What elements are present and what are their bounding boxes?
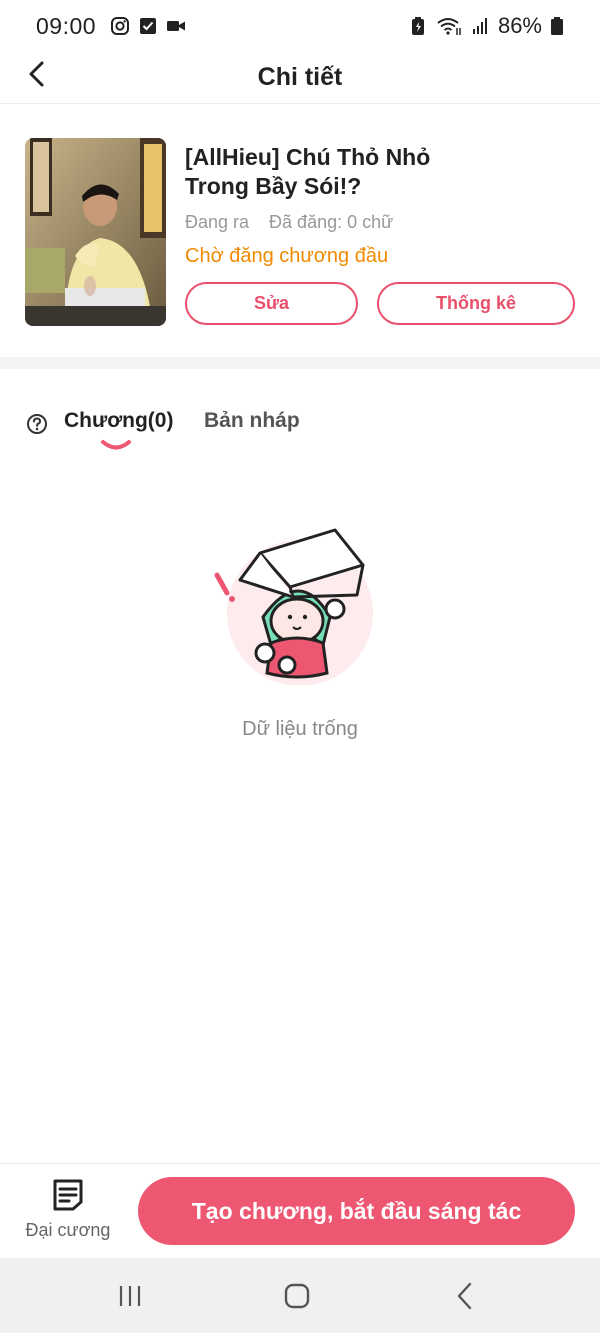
back-button[interactable] <box>18 56 54 92</box>
video-icon <box>166 16 186 36</box>
page-title: Chi tiết <box>257 63 343 91</box>
tab-bar: Chương(0) Bản nháp <box>0 395 600 460</box>
help-icon[interactable] <box>26 413 48 435</box>
system-back-button[interactable] <box>445 1280 485 1312</box>
edit-button[interactable]: Sửa <box>185 282 358 325</box>
signal-icon <box>470 16 490 36</box>
battery-icon <box>550 16 564 36</box>
status-right: 86% <box>408 13 564 39</box>
book-title: [AllHieu] Chú Thỏ Nhỏ Trong Bầy Sói!? <box>185 144 431 199</box>
battery-saver-icon <box>408 16 428 36</box>
tab-drafts[interactable]: Bản nháp <box>204 409 300 433</box>
checkbox-icon <box>138 16 158 36</box>
recent-apps-icon <box>119 1286 141 1306</box>
create-chapter-button[interactable]: Tạo chương, bắt đầu sáng tác <box>138 1177 575 1245</box>
active-tab-indicator <box>101 440 131 450</box>
book-status: Chờ đăng chương đầu <box>185 245 389 267</box>
book-cover-image[interactable] <box>25 138 166 326</box>
back-icon <box>29 61 44 87</box>
battery-percent: 86% <box>497 13 542 38</box>
book-words-posted: Đã đăng: 0 chữ <box>269 212 394 232</box>
outline-label: Đại cương <box>25 1220 111 1240</box>
tab-chapters[interactable]: Chương(0) <box>64 409 173 433</box>
status-left: 09:00 <box>36 13 186 40</box>
book-meta: Đang ra Đã đăng: 0 chữ <box>185 212 393 233</box>
outline-button[interactable]: Đại cương <box>18 1178 118 1248</box>
statistics-button[interactable]: Thống kê <box>377 282 575 325</box>
outline-doc-icon <box>53 1179 83 1211</box>
status-time: 09:00 <box>36 12 97 39</box>
empty-box-illustration <box>214 528 373 685</box>
book-state: Đang ra <box>185 212 250 232</box>
wifi-icon <box>436 16 462 36</box>
section-divider <box>0 357 600 369</box>
home-icon <box>284 1283 310 1309</box>
home-button[interactable] <box>277 1280 317 1312</box>
system-navigation-bar <box>0 1258 600 1333</box>
top-app-bar: Chi tiết <box>0 52 600 104</box>
empty-state-text: Dữ liệu trống <box>242 718 358 740</box>
bottom-action-bar: Đại cương Tạo chương, bắt đầu sáng tác <box>0 1163 600 1258</box>
status-bar: 09:00 86% <box>0 0 600 52</box>
instagram-icon <box>110 16 130 36</box>
system-back-icon <box>457 1282 472 1310</box>
recent-apps-button[interactable] <box>110 1280 150 1312</box>
book-card: [AllHieu] Chú Thỏ Nhỏ Trong Bầy Sói!? Đa… <box>0 105 600 357</box>
